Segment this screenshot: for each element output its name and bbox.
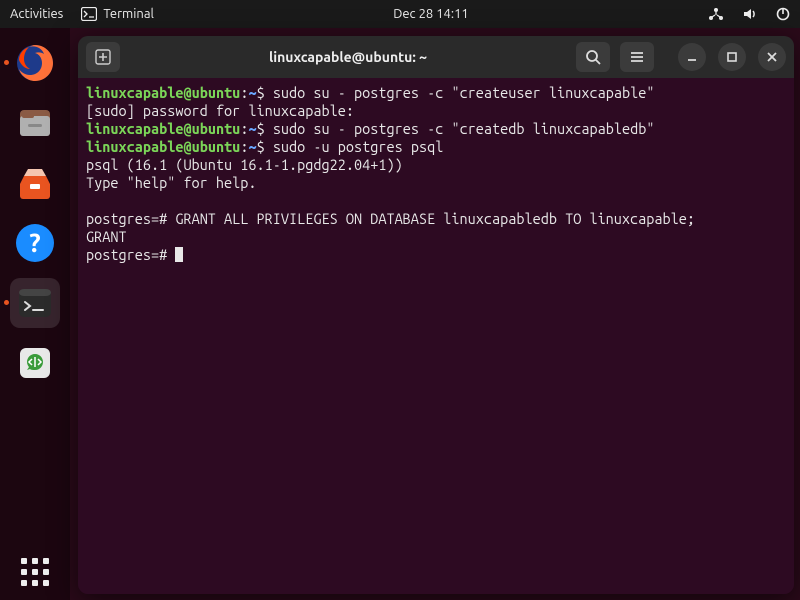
prompt-sigil: $ xyxy=(257,120,273,137)
new-tab-button[interactable] xyxy=(86,42,120,72)
prompt-path: ~ xyxy=(248,138,256,155)
trash-icon xyxy=(14,342,56,384)
window-title: linuxcapable@ubuntu: ~ xyxy=(128,49,568,65)
prompt-at: @ xyxy=(183,84,191,101)
dock-files[interactable] xyxy=(10,98,60,148)
network-icon xyxy=(708,7,724,21)
svg-text:?: ? xyxy=(29,228,40,257)
psql-help: Type "help" for help. xyxy=(86,174,257,191)
system-tray[interactable] xyxy=(708,7,790,21)
prompt-user: linuxcapable xyxy=(86,84,183,101)
app-menu-label: Terminal xyxy=(103,7,154,21)
prompt-path: ~ xyxy=(248,120,256,137)
prompt-sigil: $ xyxy=(257,84,273,101)
activities-label: Activities xyxy=(10,7,63,21)
clock-label: Dec 28 14:11 xyxy=(393,7,469,21)
new-tab-icon xyxy=(95,49,111,65)
app-menu[interactable]: Terminal xyxy=(81,7,154,21)
activities-button[interactable]: Activities xyxy=(10,7,63,21)
psql-prompt: postgres=# xyxy=(86,246,175,263)
terminal-body[interactable]: linuxcapable@ubuntu:~$ sudo su - postgre… xyxy=(78,78,794,594)
titlebar: linuxcapable@ubuntu: ~ xyxy=(78,36,794,78)
cmd1: sudo su - postgres -c "createuser linuxc… xyxy=(273,84,655,101)
prompt-host: ubuntu xyxy=(192,138,241,155)
close-icon xyxy=(766,51,778,63)
prompt-path: ~ xyxy=(248,84,256,101)
grant-ok: GRANT xyxy=(86,228,127,245)
minimize-icon xyxy=(686,51,698,63)
cmd2: sudo su - postgres -c "createdb linuxcap… xyxy=(273,120,655,137)
firefox-icon xyxy=(14,42,56,84)
apps-grid-icon xyxy=(21,558,49,586)
minimize-button[interactable] xyxy=(678,43,706,71)
terminal-window: linuxcapable@ubuntu: ~ linuxcapable@u xyxy=(78,36,794,594)
dock-software[interactable] xyxy=(10,158,60,208)
volume-icon xyxy=(742,7,758,21)
dock-help[interactable]: ? xyxy=(10,218,60,268)
software-icon xyxy=(14,162,56,204)
search-button[interactable] xyxy=(576,42,610,72)
prompt-host: ubuntu xyxy=(192,120,241,137)
hamburger-icon xyxy=(629,50,645,64)
terminal-app-icon xyxy=(14,282,56,324)
prompt-host: ubuntu xyxy=(192,84,241,101)
prompt-user: linuxcapable xyxy=(86,138,183,155)
prompt-at: @ xyxy=(183,120,191,137)
maximize-button[interactable] xyxy=(718,43,746,71)
gnome-topbar: Activities Terminal Dec 28 14:11 xyxy=(0,0,800,28)
terminal-icon xyxy=(81,7,97,21)
dock: ? xyxy=(0,28,70,600)
dock-firefox[interactable] xyxy=(10,38,60,88)
maximize-icon xyxy=(726,51,738,63)
sudo-pw-line: [sudo] password for linuxcapable: xyxy=(86,102,354,119)
grant-stmt: GRANT ALL PRIVILEGES ON DATABASE linuxca… xyxy=(175,210,695,227)
terminal-cursor xyxy=(175,247,183,262)
running-indicator xyxy=(4,300,9,305)
menu-button[interactable] xyxy=(620,42,654,72)
search-icon xyxy=(585,49,601,65)
dock-terminal[interactable] xyxy=(10,278,60,328)
show-applications[interactable] xyxy=(0,558,70,586)
running-indicator xyxy=(4,60,9,65)
dock-trash[interactable] xyxy=(10,338,60,388)
help-icon: ? xyxy=(14,222,56,264)
clock[interactable]: Dec 28 14:11 xyxy=(154,7,708,21)
psql-version: psql (16.1 (Ubuntu 16.1-1.pgdg22.04+1)) xyxy=(86,156,403,173)
power-icon xyxy=(776,7,790,21)
prompt-user: linuxcapable xyxy=(86,120,183,137)
prompt-sigil: $ xyxy=(257,138,273,155)
prompt-at: @ xyxy=(183,138,191,155)
close-button[interactable] xyxy=(758,43,786,71)
psql-prompt: postgres=# xyxy=(86,210,175,227)
files-icon xyxy=(14,102,56,144)
cmd3: sudo -u postgres psql xyxy=(273,138,444,155)
